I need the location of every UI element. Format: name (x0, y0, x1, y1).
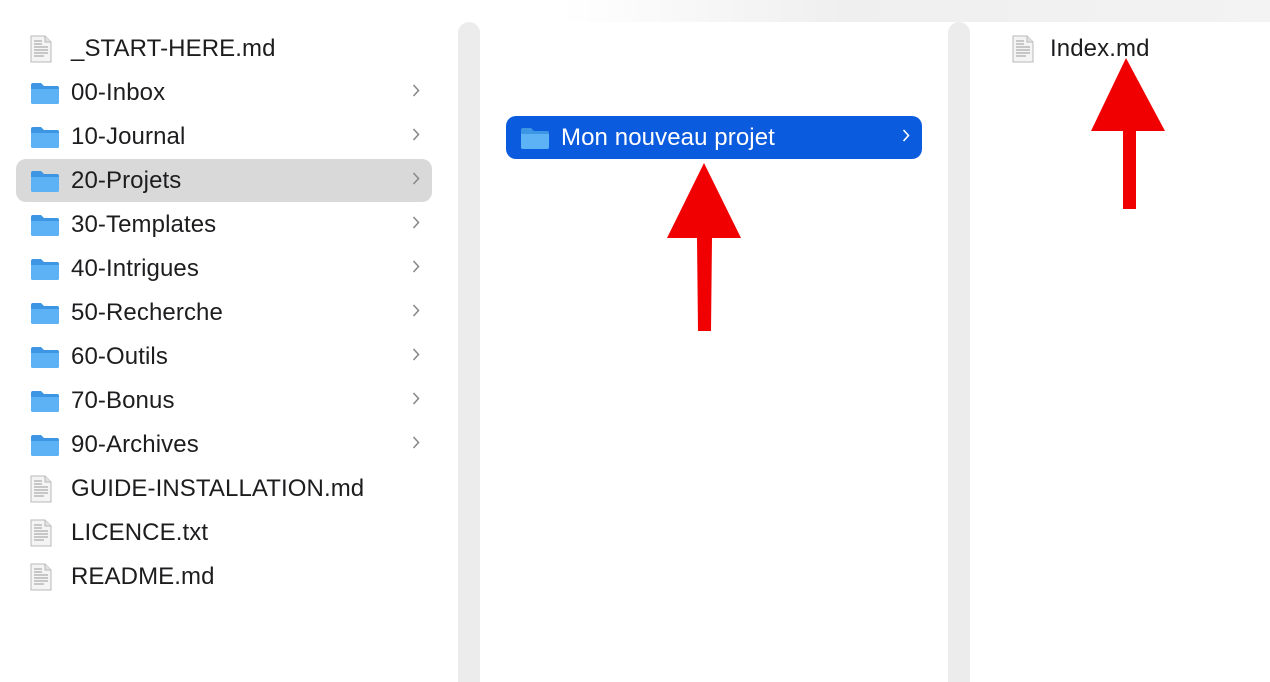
file-row-licence[interactable]: LICENCE.txt (16, 511, 432, 554)
folder-icon (30, 169, 60, 193)
item-label: 40-Intrigues (71, 254, 199, 282)
finder-column-projets: Mon nouveau projet (480, 0, 948, 682)
file-row-guide-installation[interactable]: GUIDE-INSTALLATION.md (16, 467, 432, 510)
chevron-right-icon (412, 83, 420, 102)
folder-icon (30, 125, 60, 149)
folder-icon (30, 257, 60, 281)
folder-icon (30, 433, 60, 457)
folder-row-70-bonus[interactable]: 70-Bonus (16, 379, 432, 422)
column-divider-2[interactable] (948, 22, 970, 682)
document-icon (1012, 35, 1034, 63)
document-icon (30, 35, 52, 63)
item-label: 00-Inbox (71, 78, 166, 106)
chevron-right-icon (412, 127, 420, 146)
chevron-right-icon (412, 171, 420, 190)
chevron-right-icon (412, 259, 420, 278)
item-label: 70-Bonus (71, 386, 175, 414)
folder-icon (30, 213, 60, 237)
chevron-right-icon (902, 128, 910, 147)
item-label: 90-Archives (71, 430, 199, 458)
folder-row-50-recherche[interactable]: 50-Recherche (16, 291, 432, 334)
folder-row-10-journal[interactable]: 10-Journal (16, 115, 432, 158)
folder-icon (30, 81, 60, 105)
folder-row-40-intrigues[interactable]: 40-Intrigues (16, 247, 432, 290)
item-label: LICENCE.txt (71, 518, 209, 546)
folder-icon (30, 345, 60, 369)
folder-row-00-inbox[interactable]: 00-Inbox (16, 71, 432, 114)
item-label: Mon nouveau projet (561, 123, 775, 151)
document-icon (30, 519, 52, 547)
item-label: 50-Recherche (71, 298, 223, 326)
document-icon (30, 475, 52, 503)
folder-row-90-archives[interactable]: 90-Archives (16, 423, 432, 466)
file-row-readme[interactable]: README.md (16, 555, 432, 598)
red-arrow-up-icon (667, 163, 741, 331)
item-label: GUIDE-INSTALLATION.md (71, 474, 365, 502)
file-row-start-here[interactable]: _START-HERE.md (16, 27, 432, 70)
folder-row-20-projets[interactable]: 20-Projets (16, 159, 432, 202)
document-icon (30, 563, 52, 591)
folder-row-60-outils[interactable]: 60-Outils (16, 335, 432, 378)
folder-icon (520, 126, 550, 150)
item-label: _START-HERE.md (71, 34, 276, 62)
folder-icon (30, 389, 60, 413)
chevron-right-icon (412, 215, 420, 234)
finder-column-root: _START-HERE.md 00-Inbox 10-Journal 20-Pr… (0, 0, 458, 682)
column-divider-1[interactable] (458, 22, 480, 682)
folder-row-mon-nouveau-projet[interactable]: Mon nouveau projet (506, 116, 922, 159)
chevron-right-icon (412, 435, 420, 454)
item-label: 20-Projets (71, 166, 182, 194)
item-label: 10-Journal (71, 122, 186, 150)
chevron-right-icon (412, 303, 420, 322)
folder-icon (30, 301, 60, 325)
red-arrow-up-icon (1091, 58, 1165, 209)
item-label: 30-Templates (71, 210, 217, 238)
item-label: README.md (71, 562, 215, 590)
folder-row-30-templates[interactable]: 30-Templates (16, 203, 432, 246)
chevron-right-icon (412, 347, 420, 366)
item-label: 60-Outils (71, 342, 168, 370)
chevron-right-icon (412, 391, 420, 410)
